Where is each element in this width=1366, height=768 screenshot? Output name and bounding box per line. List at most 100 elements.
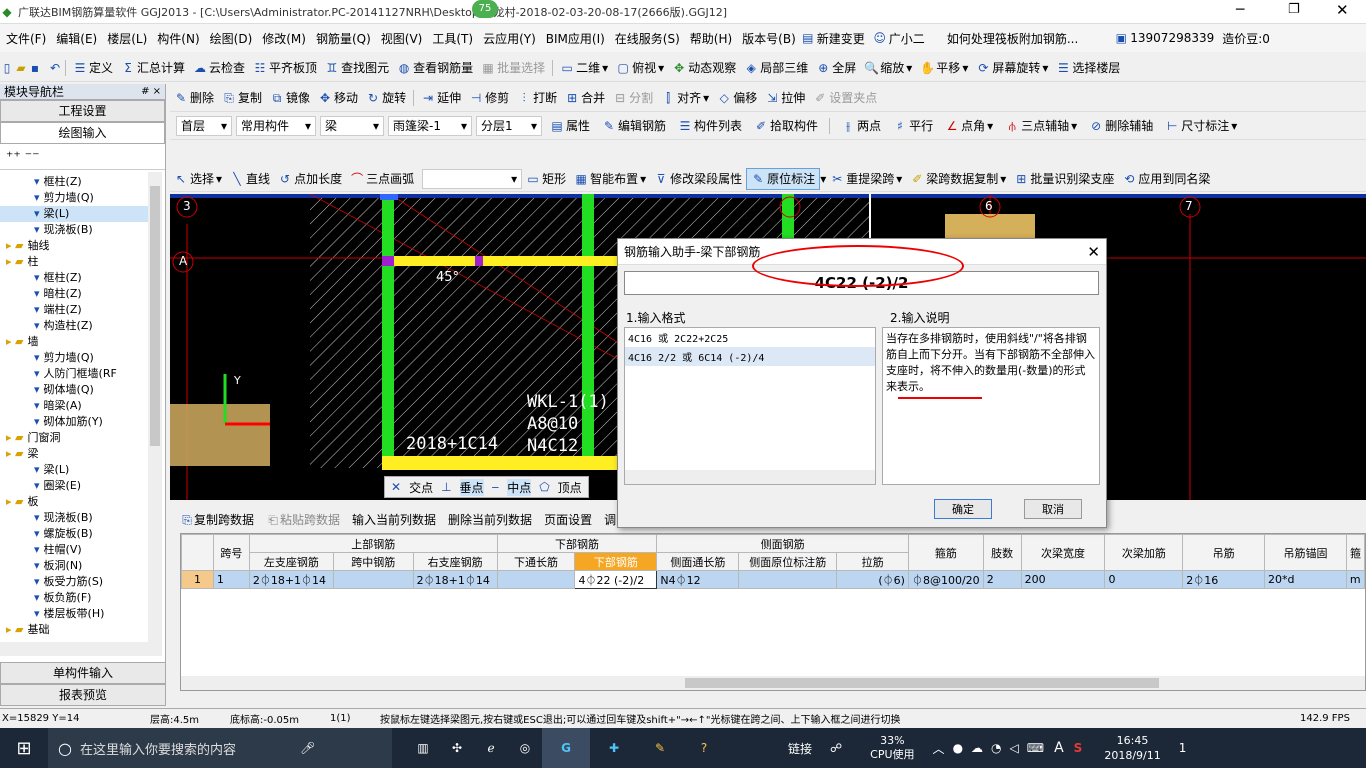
type-select[interactable]: 梁 ▾ bbox=[320, 115, 384, 136]
cell-mid-span[interactable] bbox=[332, 570, 414, 589]
save-icon[interactable]: ▪ bbox=[28, 61, 42, 75]
inplace-label-button[interactable]: 原位标注 bbox=[767, 170, 815, 187]
view-rebar-button[interactable]: 查看钢筋量 bbox=[413, 59, 473, 76]
move-button[interactable]: 移动 bbox=[334, 89, 358, 106]
tree-item[interactable]: ▾ 框柱(Z) bbox=[0, 270, 148, 286]
cell-tie[interactable]: (⏀6) bbox=[836, 570, 909, 589]
three-point-arc-button[interactable]: 三点画弧 bbox=[366, 170, 414, 187]
task-view-icon[interactable]: ▥ bbox=[406, 741, 440, 755]
tree-item[interactable]: ▸ ▰ 板 bbox=[0, 494, 148, 510]
menu-floor[interactable]: 楼层(L) bbox=[107, 30, 147, 47]
cell-span-no[interactable]: 1 bbox=[212, 570, 250, 589]
stretch-button[interactable]: 拉伸 bbox=[781, 89, 805, 106]
define-button[interactable]: 定义 bbox=[89, 59, 113, 76]
pick-component-button[interactable]: 拾取构件 bbox=[770, 117, 818, 134]
merge-button[interactable]: 合并 bbox=[581, 89, 605, 106]
tree-item[interactable]: ▸ ▰ 柱 bbox=[0, 254, 148, 270]
floor-select[interactable]: 首层 ▾ bbox=[176, 115, 232, 136]
point-length-button[interactable]: 点加长度 bbox=[294, 170, 342, 187]
snap-intersection[interactable]: 交点 bbox=[409, 479, 433, 496]
rotate-button[interactable]: 旋转 bbox=[382, 89, 406, 106]
cell-hanger-anchor[interactable]: 20*d bbox=[1264, 570, 1347, 589]
tree-item[interactable]: ▾ 柱帽(V) bbox=[0, 542, 148, 558]
align-slab-top-button[interactable]: 平齐板顶 bbox=[269, 59, 317, 76]
menu-view[interactable]: 视图(V) bbox=[381, 30, 423, 47]
cell-hanger[interactable]: 2⏀16 bbox=[1182, 570, 1266, 589]
tree-item[interactable]: ▸ ▰ 门窗洞 bbox=[0, 430, 148, 446]
dimension-dropdown[interactable]: 尺寸标注 bbox=[1181, 117, 1229, 134]
two-point-button[interactable]: 两点 bbox=[857, 117, 881, 134]
rectangle-button[interactable]: 矩形 bbox=[542, 170, 566, 187]
people-icon[interactable]: ☍ bbox=[830, 741, 842, 755]
copy-button[interactable]: 复制 bbox=[238, 89, 262, 106]
rotate-screen-dropdown[interactable]: 屏幕旋转 bbox=[992, 59, 1040, 76]
tree-hscrollbar[interactable] bbox=[0, 642, 162, 656]
arc-option-select[interactable]: ▾ bbox=[422, 168, 523, 189]
help-topic-link[interactable]: 如何处理筏板附加钢筋... bbox=[947, 30, 1078, 47]
tray-cloud-icon[interactable]: ☁ bbox=[971, 741, 983, 755]
glodon-app-icon[interactable]: G bbox=[542, 728, 590, 768]
paste-span-data-button[interactable]: ⎗ 粘贴跨数据 bbox=[266, 511, 340, 528]
tree-item[interactable]: ▾ 端柱(Z) bbox=[0, 302, 148, 318]
menu-version[interactable]: 版本号(B) bbox=[742, 30, 796, 47]
tree-scrollbar[interactable] bbox=[148, 172, 162, 642]
menu-draw[interactable]: 绘图(D) bbox=[210, 30, 253, 47]
tree-item[interactable]: ▾ 梁(L) bbox=[0, 462, 148, 478]
category-select[interactable]: 常用构件 ▾ bbox=[236, 115, 316, 136]
tree-item[interactable]: ▾ 人防门框墙(RF bbox=[0, 366, 148, 382]
pan-dropdown[interactable]: 平移 bbox=[936, 59, 960, 76]
tree-item[interactable]: ▾ 暗柱(Z) bbox=[0, 286, 148, 302]
component-select[interactable]: 雨篷梁-1 ▾ bbox=[388, 115, 472, 136]
tree-item[interactable]: ▸ ▰ 基础 bbox=[0, 622, 148, 638]
smart-layout-dropdown[interactable]: 智能布置 bbox=[590, 170, 638, 187]
minimize-button[interactable]: ─ bbox=[1236, 2, 1244, 18]
tree-item[interactable]: ▾ 板负筋(F) bbox=[0, 590, 148, 606]
cell-side-inplace[interactable] bbox=[738, 570, 838, 589]
cell-stirrup[interactable]: ⏀8@100/20 bbox=[907, 570, 984, 589]
copy-span-data-button[interactable]: ⎘ 复制跨数据 bbox=[180, 511, 254, 528]
input-lang[interactable]: A bbox=[1054, 740, 1064, 756]
component-list-button[interactable]: 构件列表 bbox=[694, 117, 742, 134]
three-point-axis-dropdown[interactable]: 三点辅轴 bbox=[1021, 117, 1069, 134]
tree-item[interactable]: ▾ 砌体加筋(Y) bbox=[0, 414, 148, 430]
layer-select[interactable]: 分层1 ▾ bbox=[476, 115, 542, 136]
ok-button[interactable]: 确定 bbox=[934, 499, 992, 519]
project-settings-button[interactable]: 工程设置 bbox=[0, 100, 165, 122]
expand-all-icon[interactable]: ⁺⁺ bbox=[6, 149, 21, 165]
summary-calc-button[interactable]: 汇总计算 bbox=[137, 59, 185, 76]
menu-modify[interactable]: 修改(M) bbox=[262, 30, 306, 47]
tree-item[interactable]: ▸ ▰ 轴线 bbox=[0, 238, 148, 254]
action-center-icon[interactable]: 1 bbox=[1179, 741, 1187, 755]
tree-item[interactable]: ▾ 圈梁(E) bbox=[0, 478, 148, 494]
tree-item[interactable]: ▾ 梁(L) bbox=[0, 206, 148, 222]
cloud-check-button[interactable]: 云检查 bbox=[209, 59, 245, 76]
menu-bim[interactable]: BIM应用(I) bbox=[546, 30, 605, 47]
wifi-icon[interactable]: ◔ bbox=[991, 741, 1001, 755]
tree-item[interactable]: ▸ ▰ 墙 bbox=[0, 334, 148, 350]
menu-edit[interactable]: 编辑(E) bbox=[56, 30, 97, 47]
format-item-1[interactable]: 4C16 或 2C22+2C25 bbox=[625, 328, 875, 347]
nav-pin-close[interactable]: # × bbox=[141, 86, 161, 97]
point-angle-dropdown[interactable]: 点角 bbox=[961, 117, 985, 134]
keyboard-icon[interactable]: ⌨ bbox=[1027, 741, 1044, 755]
menu-help[interactable]: 帮助(H) bbox=[690, 30, 732, 47]
glodon-plus-icon[interactable]: ✚ bbox=[590, 741, 638, 755]
delete-button[interactable]: 删除 bbox=[190, 89, 214, 106]
table-row[interactable]: 1 1 2⏀18+1⏀14 2⏀18+1⏀14 4⏀22 (-2)/2 N4⏀1… bbox=[181, 570, 1366, 589]
span-data-copy-dropdown[interactable]: 梁跨数据复制 bbox=[926, 170, 998, 187]
grid-hscrollbar[interactable] bbox=[181, 676, 1365, 690]
menu-tools[interactable]: 工具(T) bbox=[432, 30, 473, 47]
tray-notify-icon[interactable]: ● bbox=[953, 741, 963, 755]
browser-icon[interactable]: ◎ bbox=[508, 741, 542, 755]
split-button[interactable]: 分割 bbox=[629, 89, 653, 106]
properties-button[interactable]: 属性 bbox=[566, 117, 590, 134]
menu-cloud[interactable]: 云应用(Y) bbox=[483, 30, 536, 47]
single-component-input-button[interactable]: 单构件输入 bbox=[0, 662, 166, 684]
open-folder-icon[interactable]: ▰ bbox=[14, 61, 28, 75]
tree-item[interactable]: ▾ 暗梁(A) bbox=[0, 398, 148, 414]
format-list-hscroll[interactable] bbox=[625, 470, 875, 484]
tree-item[interactable]: ▾ 框柱(Z) bbox=[0, 174, 148, 190]
windows-start-icon[interactable]: ⊞ bbox=[0, 738, 48, 759]
dialog-close-icon[interactable]: ✕ bbox=[1087, 243, 1100, 261]
menu-rebar[interactable]: 钢筋量(Q) bbox=[316, 30, 371, 47]
